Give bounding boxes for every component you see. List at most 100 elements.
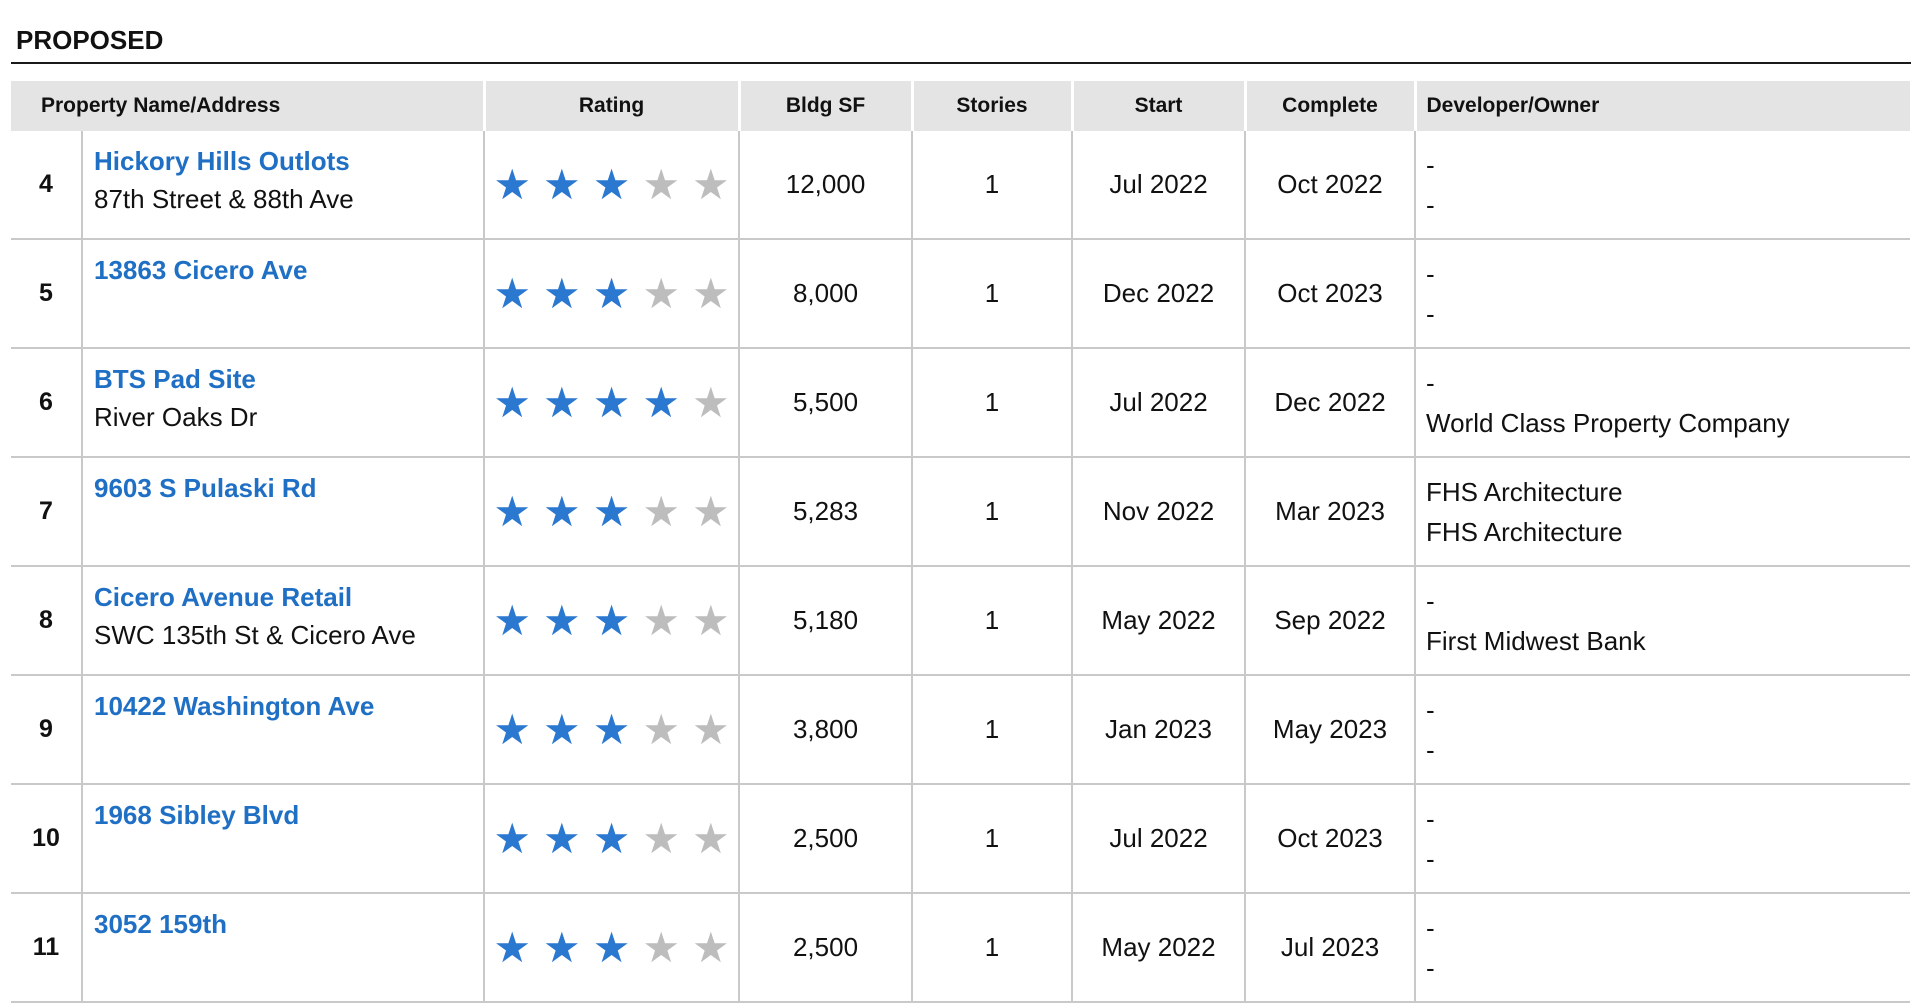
property-cell: 13863 Cicero Ave bbox=[80, 239, 485, 349]
property-name-link[interactable]: Hickory Hills Outlots bbox=[94, 143, 483, 179]
star-filled-icon: ★ bbox=[543, 814, 581, 862]
complete-date: Oct 2023 bbox=[1244, 239, 1416, 349]
property-cell: Hickory Hills Outlots 87th Street & 88th… bbox=[80, 131, 485, 240]
star-empty-icon: ★ bbox=[692, 269, 730, 317]
star-filled-icon: ★ bbox=[592, 923, 631, 971]
property-address: 87th Street & 88th Ave bbox=[94, 184, 354, 214]
bldg-sf: 12,000 bbox=[738, 131, 913, 240]
star-empty-icon: ★ bbox=[642, 160, 680, 208]
star-rating: ★ ★ ★ ★ ★ bbox=[493, 160, 730, 208]
star-filled-icon: ★ bbox=[493, 705, 532, 753]
complete-date: Oct 2023 bbox=[1244, 784, 1416, 894]
complete-date: Jul 2023 bbox=[1244, 893, 1416, 1003]
star-empty-icon: ★ bbox=[642, 487, 680, 535]
property-name-link[interactable]: 1968 Sibley Blvd bbox=[94, 797, 483, 833]
property-name-link[interactable]: 3052 159th bbox=[94, 906, 483, 942]
start-date: Jul 2022 bbox=[1071, 784, 1246, 894]
property-name-link[interactable]: Cicero Avenue Retail bbox=[94, 579, 483, 615]
table-row: 8 Cicero Avenue Retail SWC 135th St & Ci… bbox=[11, 566, 1911, 676]
star-empty-icon: ★ bbox=[692, 378, 730, 426]
star-empty-icon: ★ bbox=[642, 814, 680, 862]
star-filled-icon: ★ bbox=[592, 596, 631, 644]
stories: 1 bbox=[911, 131, 1073, 240]
proposed-table: Property Name/Address Rating Bldg SF Sto… bbox=[11, 81, 1911, 1003]
star-filled-icon: ★ bbox=[493, 596, 532, 644]
stories: 1 bbox=[911, 566, 1073, 676]
proposed-section: PROPOSED Property Name/Address Rating Bl… bbox=[11, 0, 1911, 1003]
star-empty-icon: ★ bbox=[692, 487, 730, 535]
star-empty-icon: ★ bbox=[642, 269, 680, 317]
column-header-name[interactable]: Property Name/Address bbox=[11, 81, 485, 131]
developer-owner-cell: - - bbox=[1414, 131, 1911, 240]
star-empty-icon: ★ bbox=[692, 814, 730, 862]
star-filled-icon: ★ bbox=[592, 160, 631, 208]
row-number: 8 bbox=[11, 566, 82, 676]
star-filled-icon: ★ bbox=[642, 378, 680, 426]
bldg-sf: 2,500 bbox=[738, 784, 913, 894]
property-name-link[interactable]: 10422 Washington Ave bbox=[94, 688, 483, 724]
row-number: 9 bbox=[11, 675, 82, 785]
bldg-sf: 2,500 bbox=[738, 893, 913, 1003]
row-number: 10 bbox=[11, 784, 82, 894]
property-name-link[interactable]: 13863 Cicero Ave bbox=[94, 252, 483, 288]
rating-cell: ★ ★ ★ ★ ★ bbox=[483, 239, 740, 349]
complete-date: May 2023 bbox=[1244, 675, 1416, 785]
complete-date: Sep 2022 bbox=[1244, 566, 1416, 676]
star-filled-icon: ★ bbox=[493, 487, 532, 535]
start-date: Jul 2022 bbox=[1071, 348, 1246, 458]
developer-owner-cell: - First Midwest Bank bbox=[1414, 566, 1911, 676]
column-header-rating[interactable]: Rating bbox=[482, 81, 740, 131]
stories: 1 bbox=[911, 239, 1073, 349]
rating-cell: ★ ★ ★ ★ ★ bbox=[483, 784, 740, 894]
column-header-developer[interactable]: Developer/Owner bbox=[1413, 81, 1911, 131]
start-date: Dec 2022 bbox=[1071, 239, 1246, 349]
table-row: 6 BTS Pad Site River Oaks Dr ★ ★ ★ ★ ★ 5,500… bbox=[11, 348, 1911, 458]
star-filled-icon: ★ bbox=[592, 269, 631, 317]
property-name-link[interactable]: BTS Pad Site bbox=[94, 361, 483, 397]
start-date: May 2022 bbox=[1071, 893, 1246, 1003]
star-filled-icon: ★ bbox=[592, 378, 631, 426]
star-filled-icon: ★ bbox=[543, 596, 581, 644]
star-filled-icon: ★ bbox=[543, 923, 581, 971]
owner-name: First Midwest Bank bbox=[1426, 625, 1646, 656]
star-filled-icon: ★ bbox=[493, 814, 532, 862]
star-empty-icon: ★ bbox=[692, 160, 730, 208]
column-header-stories[interactable]: Stories bbox=[910, 81, 1073, 131]
bldg-sf: 5,283 bbox=[738, 457, 913, 567]
star-filled-icon: ★ bbox=[543, 487, 581, 535]
bldg-sf: 5,500 bbox=[738, 348, 913, 458]
property-cell: 10422 Washington Ave bbox=[80, 675, 485, 785]
star-rating: ★ ★ ★ ★ ★ bbox=[493, 923, 729, 971]
column-header-complete[interactable]: Complete bbox=[1243, 81, 1416, 131]
table-row: 11 3052 159th ★ ★ ★ ★ ★ 2,500 1 May 2022 Jul… bbox=[11, 893, 1911, 1003]
star-filled-icon: ★ bbox=[543, 160, 581, 208]
row-number: 7 bbox=[11, 457, 82, 567]
stories: 1 bbox=[911, 784, 1073, 894]
star-filled-icon: ★ bbox=[592, 705, 631, 753]
table-row: 5 13863 Cicero Ave ★ ★ ★ ★ ★ 8,000 1 Dec 202… bbox=[11, 239, 1911, 349]
star-rating: ★ ★ ★ ★ ★ bbox=[493, 487, 730, 535]
rating-cell: ★ ★ ★ ★ ★ bbox=[483, 348, 740, 458]
rating-cell: ★ ★ ★ ★ ★ bbox=[483, 893, 740, 1003]
owner-name: World Class Property Company bbox=[1426, 407, 1790, 438]
complete-date: Dec 2022 bbox=[1244, 348, 1416, 458]
column-header-bldg-sf[interactable]: Bldg SF bbox=[737, 81, 913, 131]
rating-cell: ★ ★ ★ ★ ★ bbox=[483, 566, 740, 676]
rating-cell: ★ ★ ★ ★ ★ bbox=[483, 675, 740, 785]
stories: 1 bbox=[911, 348, 1073, 458]
developer-name: - bbox=[1426, 585, 1435, 616]
row-number: 5 bbox=[11, 239, 82, 349]
property-name-link[interactable]: 9603 S Pulaski Rd bbox=[94, 470, 483, 506]
property-address: SWC 135th St & Cicero Ave bbox=[94, 620, 416, 650]
star-rating: ★ ★ ★ ★ ★ bbox=[493, 596, 729, 644]
column-header-start[interactable]: Start bbox=[1070, 81, 1246, 131]
table-header-row: Property Name/Address Rating Bldg SF Sto… bbox=[11, 81, 1911, 131]
developer-name: - bbox=[1426, 367, 1435, 398]
star-empty-icon: ★ bbox=[642, 923, 680, 971]
developer-name: - bbox=[1426, 149, 1435, 180]
table-row: 4 Hickory Hills Outlots 87th Street & 88… bbox=[11, 131, 1911, 240]
star-rating: ★ ★ ★ ★ ★ bbox=[493, 269, 730, 317]
property-cell: 1968 Sibley Blvd bbox=[80, 784, 485, 894]
developer-owner-cell: - World Class Property Company bbox=[1414, 348, 1911, 458]
developer-owner-cell: FHS Architecture FHS Architecture bbox=[1414, 457, 1911, 567]
